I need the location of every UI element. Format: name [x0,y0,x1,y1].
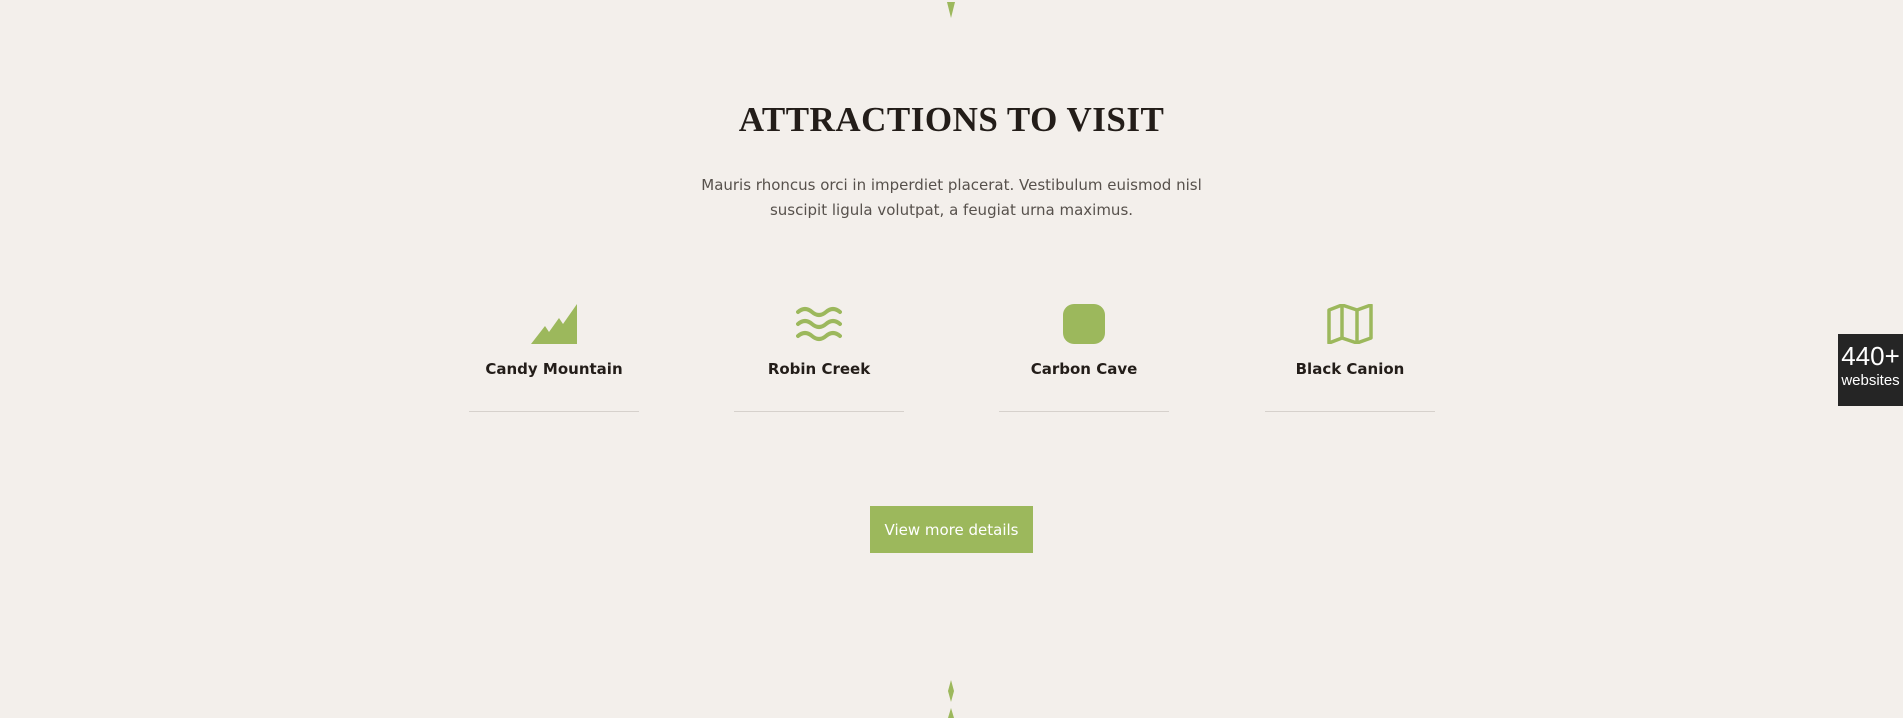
badge-count: 440+ [1841,341,1900,371]
mountain-icon [531,304,577,344]
attraction-label: Candy Mountain [485,360,623,378]
attraction-carbon-cave[interactable]: Carbon Cave [999,298,1169,416]
attraction-candy-mountain[interactable]: Candy Mountain [469,298,639,416]
websites-count-badge[interactable]: 440+ websites [1838,334,1903,406]
diamond-ornament-icon [948,680,954,718]
rounded-square-icon [1063,304,1105,344]
map-icon [1327,304,1373,344]
attractions-list: Candy Mountain Robin Creek Carbon Cave B… [469,298,1435,418]
attraction-divider [469,411,639,412]
attraction-label: Carbon Cave [1030,360,1138,378]
badge-unit: websites [1841,372,1900,389]
attraction-divider [1265,411,1435,412]
attractions-page: ATTRACTIONS TO VISIT Mauris rhoncus orci… [0,0,1903,718]
section-title: ATTRACTIONS TO VISIT [738,100,1165,139]
waves-icon [796,307,842,341]
attraction-robin-creek[interactable]: Robin Creek [734,298,904,416]
view-more-details-button[interactable]: View more details [870,506,1033,553]
diamond-ornament-icon [947,2,955,18]
attraction-label: Black Canion [1295,360,1405,378]
attraction-divider [734,411,904,412]
attraction-label: Robin Creek [767,360,871,378]
section-description: Mauris rhoncus orci in imperdiet placera… [701,176,1202,219]
attraction-divider [999,411,1169,412]
attraction-black-canion[interactable]: Black Canion [1265,298,1435,416]
